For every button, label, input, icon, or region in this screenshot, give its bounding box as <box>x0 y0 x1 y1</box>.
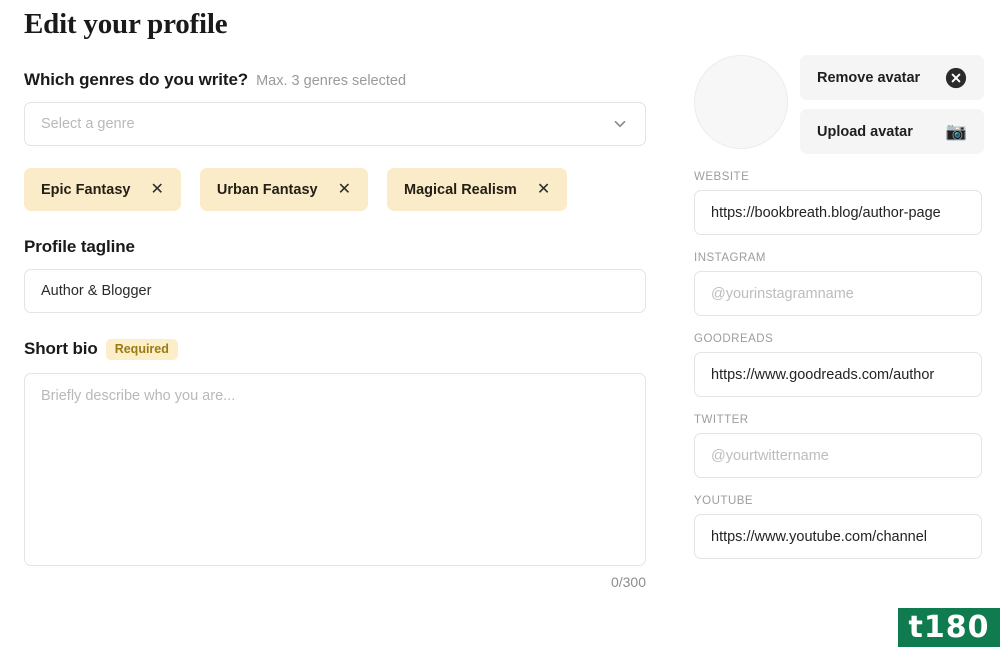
camera-icon: 📷 <box>945 122 967 141</box>
profile-form-right: Remove avatar Upload avatar 📷 WEBSITE IN… <box>694 55 984 559</box>
genre-tag-label: Magical Realism <box>404 181 517 198</box>
bio-label-row: Short bio Required <box>24 339 646 361</box>
bio-label: Short bio <box>24 339 98 358</box>
genre-tag[interactable]: Magical Realism ✕ <box>387 168 568 211</box>
social-field-twitter: TWITTER <box>694 414 984 478</box>
genre-tag-label: Urban Fantasy <box>216 181 318 198</box>
tagline-input[interactable] <box>24 269 646 313</box>
bio-textarea[interactable] <box>24 372 646 566</box>
avatar-section: Remove avatar Upload avatar 📷 <box>694 55 984 154</box>
goodreads-input[interactable] <box>694 352 982 397</box>
profile-form-left: Which genres do you write? Max. 3 genres… <box>24 70 646 590</box>
goodreads-label: GOODREADS <box>694 333 774 345</box>
genre-tag[interactable]: Urban Fantasy ✕ <box>199 168 368 211</box>
avatar-actions: Remove avatar Upload avatar 📷 <box>800 55 984 154</box>
upload-avatar-button[interactable]: Upload avatar 📷 <box>800 109 984 154</box>
watermark-badge: t180 <box>898 608 1000 647</box>
genre-select-placeholder: Select a genre <box>41 116 135 132</box>
genres-label: Which genres do you write? <box>24 70 249 89</box>
social-field-website: WEBSITE <box>694 171 984 235</box>
watermark-text: t180 <box>908 609 990 645</box>
website-input[interactable] <box>694 190 982 235</box>
chevron-down-icon <box>614 120 626 128</box>
youtube-label: YOUTUBE <box>694 495 754 507</box>
social-field-instagram: INSTAGRAM <box>694 252 984 316</box>
genre-tag[interactable]: Epic Fantasy ✕ <box>24 168 181 211</box>
edit-profile-page: Edit your profile Which genres do you wr… <box>0 0 1000 647</box>
youtube-input[interactable] <box>694 514 982 559</box>
close-circle-icon <box>945 67 967 88</box>
twitter-label: TWITTER <box>694 414 749 426</box>
close-icon[interactable]: ✕ <box>338 181 351 198</box>
page-title: Edit your profile <box>24 8 228 40</box>
avatar[interactable] <box>694 55 788 149</box>
genres-section: Which genres do you write? Max. 3 genres… <box>24 70 646 211</box>
remove-avatar-label: Remove avatar <box>817 69 921 86</box>
twitter-input[interactable] <box>694 433 982 478</box>
bio-char-counter: 0/300 <box>610 573 646 590</box>
social-field-goodreads: GOODREADS <box>694 333 984 397</box>
instagram-label: INSTAGRAM <box>694 252 767 264</box>
genre-select[interactable]: Select a genre <box>24 102 646 146</box>
website-label: WEBSITE <box>694 171 750 183</box>
tagline-label-row: Profile tagline <box>24 237 646 257</box>
selected-genres-list: Epic Fantasy ✕ Urban Fantasy ✕ Magical R… <box>24 168 646 211</box>
bio-section: Short bio Required 0/300 <box>24 339 646 590</box>
upload-avatar-label: Upload avatar <box>817 123 913 140</box>
genre-tag-label: Epic Fantasy <box>41 181 131 198</box>
remove-avatar-button[interactable]: Remove avatar <box>800 55 984 100</box>
instagram-input[interactable] <box>694 271 982 316</box>
tagline-label: Profile tagline <box>24 237 135 256</box>
genres-hint: Max. 3 genres selected <box>256 73 407 89</box>
tagline-section: Profile tagline <box>24 237 646 313</box>
close-icon[interactable]: ✕ <box>150 181 163 198</box>
genres-label-row: Which genres do you write? Max. 3 genres… <box>24 70 646 90</box>
required-badge: Required <box>105 339 178 360</box>
social-field-youtube: YOUTUBE <box>694 495 984 559</box>
close-icon[interactable]: ✕ <box>537 181 550 198</box>
